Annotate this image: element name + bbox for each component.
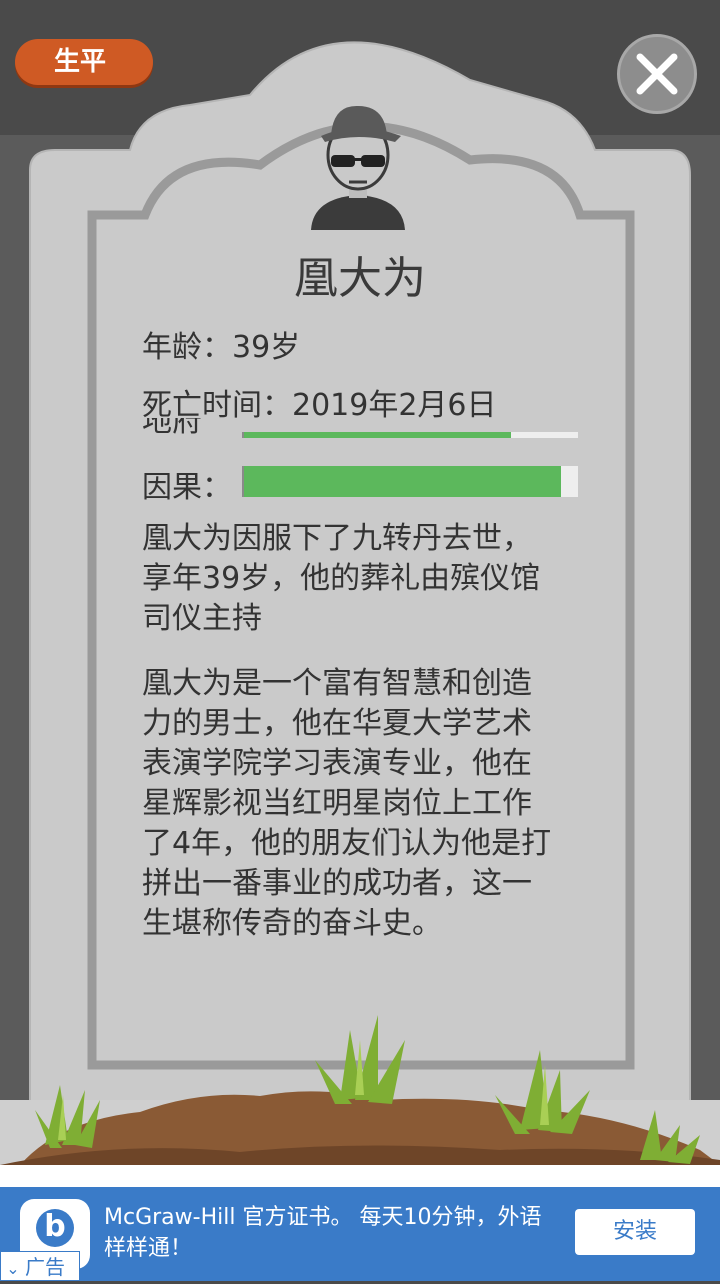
- life-story-button-label: 生平: [53, 47, 106, 77]
- karma-progress-bar: [242, 466, 578, 497]
- close-icon: [636, 53, 678, 95]
- cut-off-row-label: 地府: [142, 418, 202, 437]
- close-button[interactable]: [617, 34, 697, 114]
- install-button[interactable]: 安装: [575, 1209, 695, 1255]
- upper-progress-fill: [244, 432, 512, 438]
- age-label: 年龄：39岁: [142, 330, 301, 365]
- ad-separator: [0, 1165, 720, 1187]
- karma-progress-fill: [244, 466, 562, 497]
- karma-label: 因果：: [142, 470, 232, 505]
- bar-tick: [242, 432, 244, 438]
- ad-badge[interactable]: ⌄ 广告: [0, 1251, 80, 1281]
- bar-tick: [242, 466, 244, 497]
- deceased-name: 凰大为: [294, 253, 426, 304]
- ad-text: McGraw-Hill 官方证书。 每天10分钟，外语样样通！: [104, 1205, 542, 1261]
- avatar-icon: [311, 105, 405, 230]
- life-paragraph: 凰大为是一个富有智慧和创造力的男士，他在华夏大学艺术表演学院学习表演专业，他在星…: [142, 666, 552, 941]
- upper-progress-bar: [242, 432, 578, 438]
- chevron-down-icon: ⌄: [6, 1259, 20, 1278]
- life-story-button[interactable]: 生平: [15, 39, 153, 85]
- ad-logo-letter: b: [36, 1209, 74, 1247]
- death-paragraph: 凰大为因服下了九转丹去世，享年39岁，他的葬礼由殡仪馆司仪主持: [142, 521, 541, 636]
- ad-badge-label: 广告: [25, 1255, 65, 1279]
